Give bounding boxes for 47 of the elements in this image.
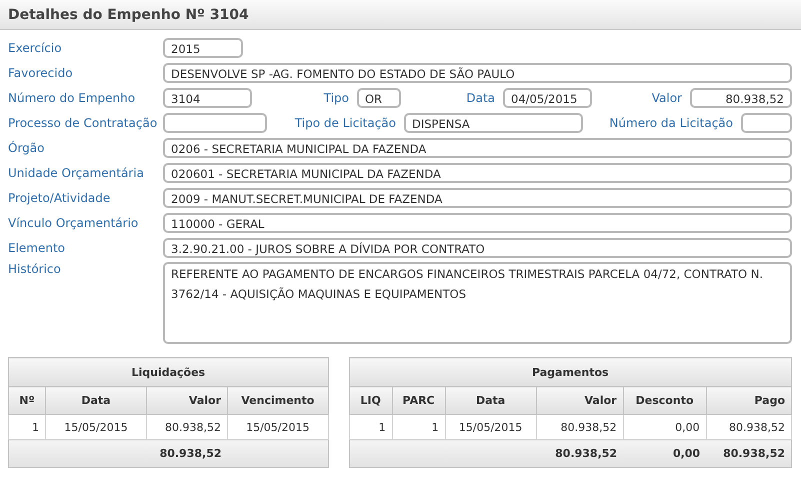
field-label: Projeto/Atividade (8, 191, 112, 205)
column-header: Desconto (623, 386, 706, 414)
input-field[interactable]: DISPENSA (404, 113, 583, 133)
column-header: Nº (8, 386, 46, 414)
total-value: 80.938,52 (555, 447, 618, 460)
input-field[interactable]: 020601 - SECRETARIA MUNICIPAL DA FAZENDA (163, 163, 792, 183)
input-field[interactable]: 2009 - MANUT.SECRET.MUNICIPAL DE FAZENDA (163, 188, 792, 208)
field-label: Vínculo Orçamentário (8, 216, 140, 230)
input-field[interactable]: 110000 - GERAL (163, 213, 792, 233)
table-title: Liquidações (8, 358, 328, 386)
field-label: Histórico (8, 262, 62, 276)
field-label: Valor (650, 91, 683, 105)
input-field[interactable]: 0206 - SECRETARIA MUNICIPAL DA FAZENDA (163, 138, 792, 158)
input-field[interactable]: DESENVOLVE SP -AG. FOMENTO DO ESTADO DE SÃO PAULO (163, 63, 792, 83)
table-title: Pagamentos (349, 358, 792, 386)
field-label: Favorecido (8, 66, 74, 80)
field-label: Processo de Contratação (8, 116, 158, 130)
column-header: LIQ (349, 386, 392, 414)
column-header: Data (46, 386, 146, 414)
column-header: Pago (706, 386, 792, 414)
field-label: Unidade Orçamentária (8, 166, 145, 180)
input-field[interactable]: 3.2.90.21.00 - JUROS SOBRE A DÍVIDA POR CONTRATO (163, 238, 792, 258)
field-label: Número da Licitação (608, 116, 734, 130)
field-label: Número do Empenho (8, 91, 136, 105)
input-field[interactable] (163, 113, 267, 133)
field-label: Elemento (8, 241, 66, 255)
column-header: PARC (392, 386, 446, 414)
panel-title: Detalhes do Empenho Nº 3104 (8, 6, 249, 22)
input-field[interactable]: 04/05/2015 (503, 88, 592, 108)
total-value: 0,00 (672, 447, 700, 460)
input-field[interactable]: 2015 (163, 38, 243, 58)
input-field[interactable]: OR (357, 88, 401, 108)
column-header: Data (445, 386, 536, 414)
field-label: Órgão (8, 141, 46, 155)
column-header: Valor (146, 386, 228, 414)
total-value: 80.938,52 (723, 447, 785, 460)
text-area[interactable]: REFERENTE AO PAGAMENTO DE ENCARGOS FINANCEIROS TRIMESTRAIS PARCELA 04/72, CONTRATO N. 3762/14 - AQUISIÇÃO MAQUINAS E EQUIPAMENTOS (163, 262, 792, 344)
input-field[interactable]: 3104 (163, 88, 252, 108)
field-label: Data (465, 91, 496, 105)
column-header: Vencimento (228, 386, 328, 414)
column-header: Valor (536, 386, 624, 414)
total-value: 80.938,52 (160, 447, 222, 460)
field-label: Exercício (8, 41, 63, 55)
input-field[interactable] (741, 113, 792, 133)
field-label: Tipo (322, 91, 350, 105)
input-field[interactable]: 80.938,52 (690, 88, 792, 108)
field-label: Tipo de Licitação (294, 116, 397, 130)
